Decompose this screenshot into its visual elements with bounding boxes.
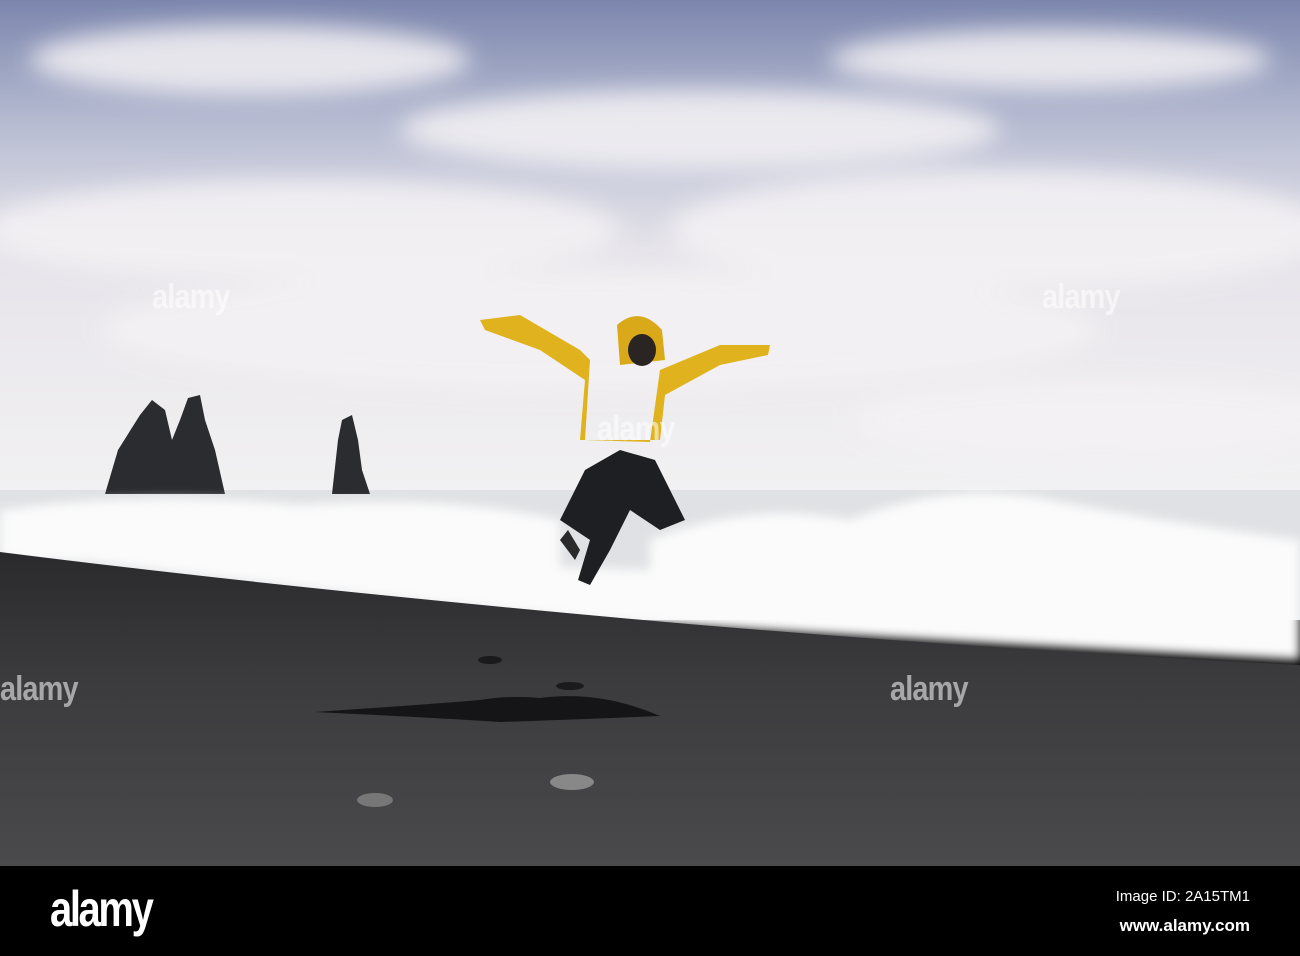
watermark-text: alamy [890,670,969,708]
watermark-text: alamy [1042,278,1121,316]
watermark-text: alamy [152,278,231,316]
website-link: www.alamy.com [1119,916,1250,935]
footer-bar: alamy Image ID: 2A15TM1 www.alamy.com [0,866,1300,956]
alamy-logo: alamy [50,881,154,937]
watermark-text: alamy [597,410,676,448]
watermark-text: alamy [0,670,79,708]
image-id: Image ID: 2A15TM1 [1115,888,1250,905]
